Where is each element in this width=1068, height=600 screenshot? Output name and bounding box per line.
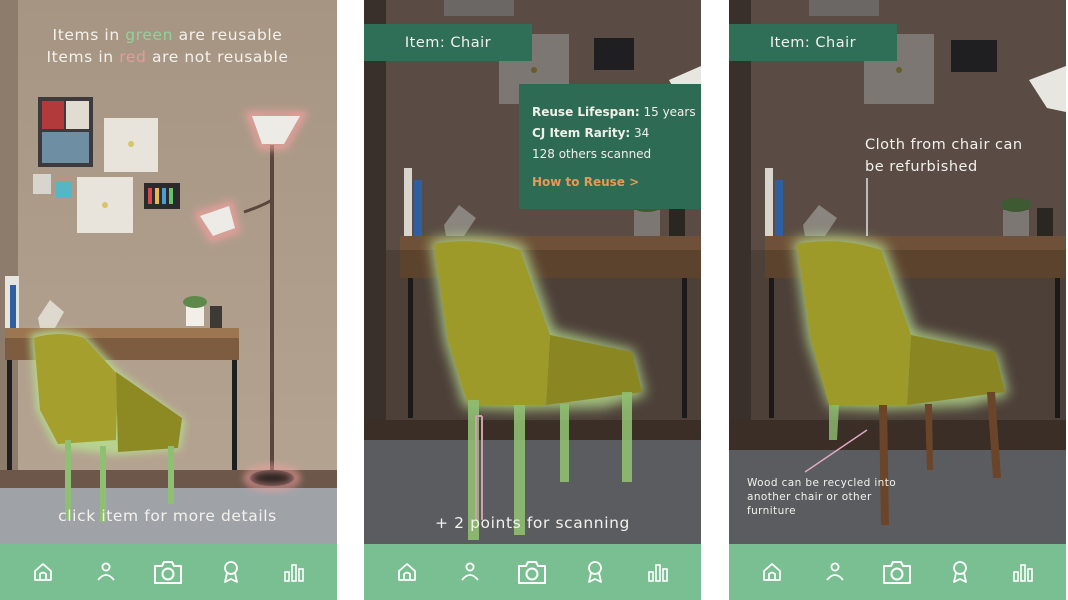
legend-text: Items in green are reusable Items in red… <box>0 24 335 68</box>
legend-red-word: red <box>119 48 147 66</box>
wood-annotation: Wood can be recycled into another chair … <box>747 477 897 517</box>
award-icon <box>224 561 238 583</box>
tab-rewards[interactable] <box>211 552 251 592</box>
tab-scan[interactable] <box>877 552 917 592</box>
home-icon <box>763 563 782 581</box>
bar-chart-icon <box>283 564 304 582</box>
legend-green-word: green <box>125 26 174 44</box>
tab-scan[interactable] <box>148 552 188 592</box>
tab-profile[interactable] <box>815 552 855 592</box>
tab-rewards[interactable] <box>575 552 615 592</box>
person-icon <box>97 562 115 581</box>
how-to-reuse-link[interactable]: How to Reuse > <box>532 172 639 193</box>
tab-profile[interactable] <box>450 552 490 592</box>
tab-stats[interactable] <box>638 552 678 592</box>
bottom-tab-bar <box>364 544 701 600</box>
click-hint: click item for more details <box>58 507 277 525</box>
bar-chart-icon <box>1012 564 1033 582</box>
bar-chart-icon <box>647 564 668 582</box>
item-info-panel: Reuse Lifespan: 15 years CJ Item Rarity:… <box>519 84 701 209</box>
award-icon <box>953 561 967 583</box>
person-icon <box>826 562 844 581</box>
tab-scan[interactable] <box>512 552 552 592</box>
tab-stats[interactable] <box>1003 552 1043 592</box>
camera-icon <box>154 561 183 584</box>
legend-line-reusable: Items in green are reusable <box>52 26 283 44</box>
camera-view <box>0 0 337 544</box>
tab-home[interactable] <box>23 552 63 592</box>
camera-view <box>729 0 1066 544</box>
tab-rewards[interactable] <box>940 552 980 592</box>
tab-profile[interactable] <box>86 552 126 592</box>
home-icon <box>398 563 417 581</box>
award-icon <box>588 561 602 583</box>
camera-view <box>364 0 701 544</box>
screen-item-details: Item: Chair Reuse Lifespan: 15 years CJ … <box>364 0 701 600</box>
points-message: + 2 points for scanning <box>435 514 630 532</box>
cloth-annotation: Cloth from chair can be refurbished <box>865 137 1023 175</box>
camera-icon <box>518 561 547 584</box>
bottom-tab-bar <box>729 544 1066 600</box>
reuse-lifespan: Reuse Lifespan: 15 years <box>532 105 696 119</box>
scan-count: 128 others scanned <box>532 147 652 161</box>
screen-legend: Items in green are reusable Items in red… <box>0 0 337 600</box>
tab-home[interactable] <box>752 552 792 592</box>
person-icon <box>461 562 479 581</box>
item-rarity: CJ Item Rarity: 34 <box>532 126 650 140</box>
screen-reuse-annotations: Item: Chair Cloth from chair can be refu… <box>729 0 1066 600</box>
bottom-tab-bar <box>0 544 337 600</box>
legend-line-not-reusable: Items in red are not reusable <box>46 48 289 66</box>
tab-stats[interactable] <box>274 552 314 592</box>
camera-icon <box>883 561 912 584</box>
home-icon <box>34 563 53 581</box>
item-name-tag: Item: Chair <box>729 24 897 61</box>
item-name-tag: Item: Chair <box>364 24 532 61</box>
tab-home[interactable] <box>387 552 427 592</box>
